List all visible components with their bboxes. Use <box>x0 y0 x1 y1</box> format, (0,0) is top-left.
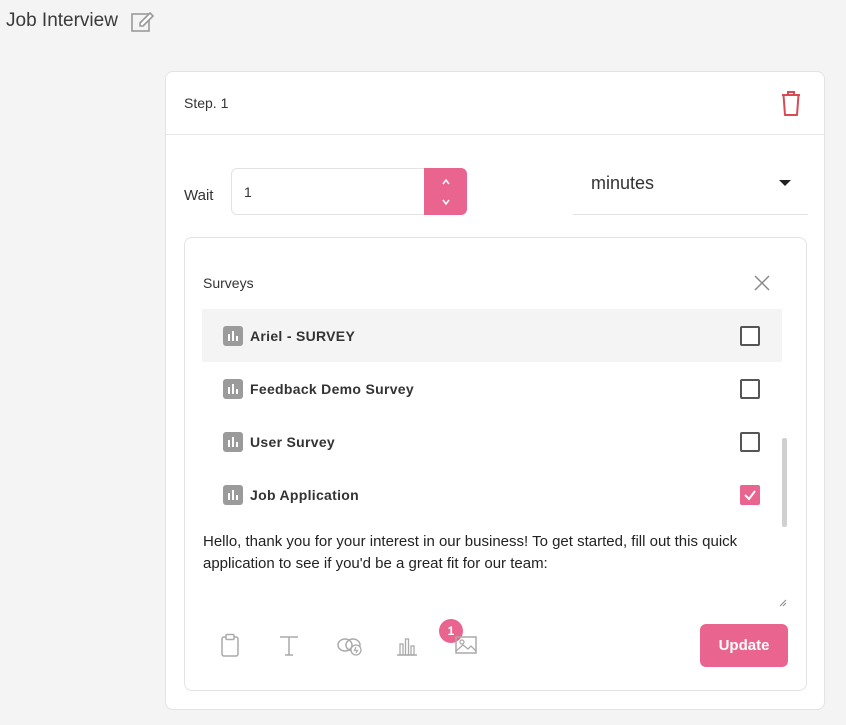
caret-down-icon <box>779 180 791 186</box>
check-icon <box>744 489 756 501</box>
step-header: Step. 1 <box>166 72 824 135</box>
survey-name: Ariel - SURVEY <box>250 327 356 344</box>
step-card: Step. 1 Wait minutes Surveys <box>165 71 825 710</box>
bar-chart-icon <box>223 431 243 452</box>
survey-item[interactable]: Feedback Demo Survey <box>202 362 782 415</box>
page-header: Job Interview <box>6 8 156 34</box>
survey-item[interactable]: User Survey <box>202 415 782 468</box>
survey-list-scrollbar[interactable] <box>782 438 787 527</box>
wait-row: Wait minutes <box>184 168 808 216</box>
chevron-down-icon <box>441 199 450 205</box>
resize-handle[interactable] <box>777 594 787 607</box>
page-title: Job Interview <box>6 10 118 31</box>
survey-item[interactable]: Ariel - SURVEY <box>202 309 782 362</box>
surveys-header: Surveys <box>203 275 254 291</box>
wait-unit-select[interactable]: minutes <box>573 168 808 215</box>
bar-chart-icon <box>223 484 243 505</box>
survey-name: Job Application <box>250 486 359 503</box>
decrement-button[interactable] <box>424 192 467 212</box>
step-label: Step. 1 <box>184 95 229 111</box>
survey-item[interactable]: Job Application <box>202 468 782 521</box>
update-button[interactable]: Update <box>700 624 788 667</box>
survey-checkbox[interactable] <box>740 378 760 399</box>
wait-label: Wait <box>184 187 214 204</box>
survey-list: Ariel - SURVEY Feedback Demo Survey User… <box>202 309 782 521</box>
message-toolbar: 1 <box>217 619 777 666</box>
wait-unit-value: minutes <box>591 173 655 193</box>
close-icon[interactable] <box>752 273 772 293</box>
wait-stepper[interactable] <box>424 168 467 215</box>
increment-button[interactable] <box>424 172 467 192</box>
survey-checkbox[interactable] <box>740 431 760 452</box>
survey-checkbox[interactable] <box>740 325 760 346</box>
survey-checkbox-checked[interactable] <box>740 484 760 505</box>
wait-value-input[interactable] <box>231 168 425 215</box>
edit-icon[interactable] <box>130 8 156 34</box>
survey-name: User Survey <box>250 433 336 450</box>
survey-name: Feedback Demo Survey <box>250 380 414 397</box>
bar-chart-icon <box>223 325 243 346</box>
bar-chart-icon <box>223 378 243 399</box>
image-icon[interactable] <box>453 632 479 658</box>
message-textarea[interactable] <box>203 531 790 607</box>
link-icon[interactable] <box>335 632 362 658</box>
clipboard-icon[interactable] <box>217 632 243 658</box>
chevron-up-icon <box>441 178 450 184</box>
text-icon[interactable] <box>276 632 302 658</box>
trash-icon[interactable] <box>778 88 804 118</box>
survey-panel: Surveys Ariel - SURVEY Feedback Demo Sur… <box>184 237 807 691</box>
survey-icon[interactable] <box>394 632 420 658</box>
